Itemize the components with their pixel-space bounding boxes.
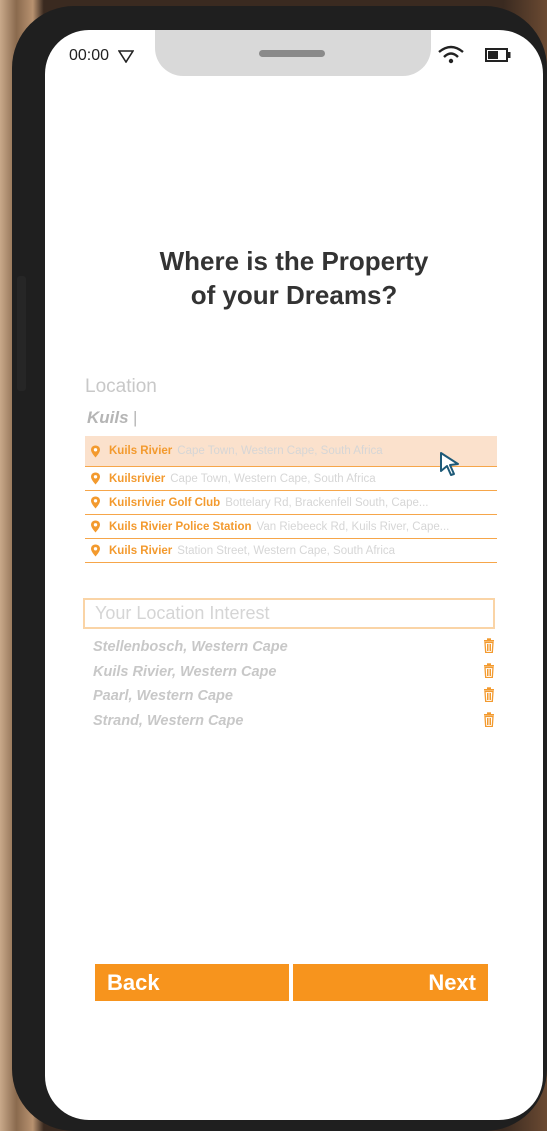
notch bbox=[155, 30, 431, 76]
suggestion-item[interactable]: Kuils Rivier Station Street, Western Cape… bbox=[85, 539, 497, 563]
trash-icon[interactable] bbox=[483, 662, 495, 678]
trash-icon[interactable] bbox=[483, 687, 495, 702]
suggestion-item[interactable]: Kuilsrivier Cape Town, Western Cape, Sout… bbox=[85, 467, 497, 491]
trash-icon[interactable] bbox=[483, 638, 495, 653]
interest-item: Kuils Rivier, Western Cape bbox=[93, 660, 495, 685]
suggestion-name: Kuilsrivier Golf Club bbox=[109, 496, 221, 509]
suggestion-name: Kuils Rivier Police Station bbox=[109, 520, 252, 533]
next-button[interactable]: Next bbox=[293, 964, 488, 1001]
map-pin-icon bbox=[91, 445, 100, 457]
interest-item-label: Paarl, Western Cape bbox=[93, 688, 233, 704]
trash-icon[interactable] bbox=[483, 711, 495, 727]
suggestion-address: Cape Town, Western Cape, South Africa bbox=[177, 445, 383, 457]
interest-item: Paarl, Western Cape bbox=[93, 684, 495, 709]
suggestion-name: Kuils Rivier bbox=[109, 544, 173, 557]
back-button[interactable]: Back bbox=[95, 964, 289, 1001]
suggestion-address: Van Riebeeck Rd, Kuils River, Cape... bbox=[256, 520, 450, 533]
text-caret: | bbox=[133, 408, 138, 427]
location-search-input[interactable] bbox=[87, 408, 287, 428]
interest-item-label: Kuils Rivier, Western Cape bbox=[93, 663, 277, 680]
wifi-icon bbox=[438, 45, 464, 64]
location-arrow-icon bbox=[117, 49, 134, 64]
location-interest-field[interactable]: Your Location Interest bbox=[83, 598, 495, 629]
location-interest-list: Stellenbosch, Western Cape Kuils Rivier, … bbox=[93, 635, 495, 733]
map-pin-icon bbox=[91, 520, 100, 533]
suggestion-name: Kuilsrivier bbox=[109, 472, 166, 485]
page-title-line1: Where is the Property bbox=[159, 246, 429, 276]
suggestion-address: Station Street, Western Cape, South Afri… bbox=[177, 544, 396, 557]
side-button bbox=[17, 276, 26, 391]
phone-frame: 00:00 Where is the Property of your Drea… bbox=[12, 6, 547, 1131]
speaker-bar bbox=[259, 50, 325, 57]
status-time: 00:00 bbox=[69, 47, 134, 65]
suggestion-address: Bottelary Rd, Brackenfell South, Cape... bbox=[225, 496, 429, 509]
interest-item: Stellenbosch, Western Cape bbox=[93, 635, 495, 660]
location-suggestions: Kuils Rivier Cape Town, Western Cape, Sou… bbox=[85, 436, 497, 563]
interest-item-label: Strand, Western Cape bbox=[93, 712, 244, 729]
map-pin-icon bbox=[91, 544, 100, 557]
suggestion-item[interactable]: Kuils Rivier Police Station Van Riebeeck … bbox=[85, 515, 497, 539]
location-interest-placeholder: Your Location Interest bbox=[95, 603, 270, 623]
suggestion-address: Cape Town, Western Cape, South Africa bbox=[170, 472, 376, 485]
suggestion-name: Kuils Rivier bbox=[109, 445, 173, 457]
suggestion-item[interactable]: Kuils Rivier Cape Town, Western Cape, Sou… bbox=[85, 436, 497, 467]
page-title: Where is the Property of your Dreams? bbox=[45, 244, 543, 312]
battery-icon bbox=[485, 48, 511, 62]
map-pin-icon bbox=[91, 472, 100, 485]
page-title-line2: of your Dreams? bbox=[190, 280, 398, 310]
mouse-cursor-icon bbox=[440, 452, 459, 476]
location-label: Location bbox=[85, 376, 157, 397]
interest-item: Strand, Western Cape bbox=[93, 709, 495, 734]
map-pin-icon bbox=[91, 496, 100, 509]
phone-screen: 00:00 Where is the Property of your Drea… bbox=[45, 30, 543, 1120]
status-time-text: 00:00 bbox=[69, 47, 110, 64]
suggestion-item[interactable]: Kuilsrivier Golf Club Bottelary Rd, Brack… bbox=[85, 491, 497, 515]
interest-item-label: Stellenbosch, Western Cape bbox=[93, 639, 288, 655]
